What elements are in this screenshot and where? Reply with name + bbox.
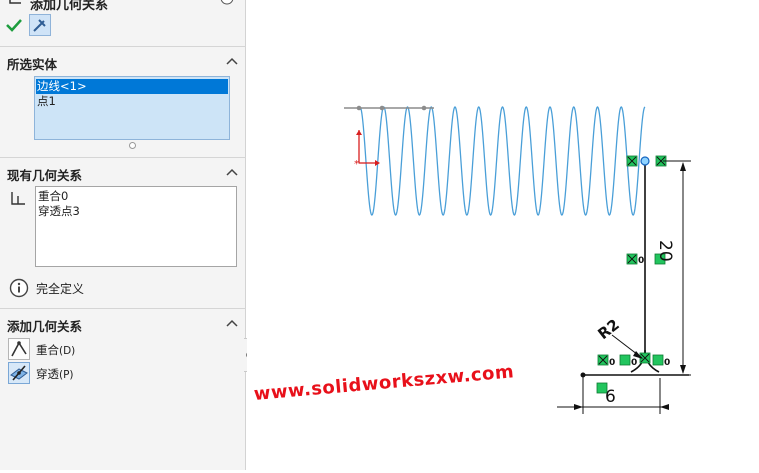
badge-count: 0 xyxy=(609,358,615,368)
badge-count: 0 xyxy=(664,358,670,368)
existing-relations-title: 现有几何关系 xyxy=(7,168,83,183)
pierce-text: 穿透 xyxy=(36,367,59,381)
status-text: 完全定义 xyxy=(36,282,85,296)
dimension-horizontal-value[interactable]: 6 xyxy=(605,387,616,407)
pierce-shortcut: (P) xyxy=(59,369,74,381)
coincident-button[interactable] xyxy=(8,338,30,360)
divider xyxy=(0,157,246,158)
svg-text:*: * xyxy=(354,159,359,170)
property-manager: 添加几何关系 所选实体 边线<1> 点1 现有几何关系 重合0 穿透点3 完全定… xyxy=(0,0,246,470)
list-resize-handle[interactable] xyxy=(129,142,136,149)
pierce-label[interactable]: 穿透(P) xyxy=(36,366,74,382)
chevron-up-icon[interactable] xyxy=(226,166,238,178)
list-item[interactable]: 点1 xyxy=(37,94,56,109)
dimension-vertical-value[interactable]: 20 xyxy=(655,240,675,262)
pushpin-icon xyxy=(33,19,46,32)
list-item-selected[interactable]: 边线<1> xyxy=(36,79,228,94)
relation-title-icon xyxy=(9,0,21,4)
pierce-button[interactable] xyxy=(8,362,30,384)
help-info-icon[interactable] xyxy=(220,0,234,6)
chevron-up-icon[interactable] xyxy=(226,317,238,329)
relation-icon xyxy=(11,192,25,205)
info-icon xyxy=(9,278,29,298)
pierce-icon xyxy=(10,365,28,381)
selected-entities-header[interactable]: 所选实体 xyxy=(0,51,246,73)
edge-endpoint[interactable] xyxy=(356,105,362,111)
add-relations-header[interactable]: 添加几何关系 xyxy=(0,313,246,335)
sketch-view[interactable]: * 0 0 0 0 20 R2 6 xyxy=(247,0,759,470)
pin-button[interactable] xyxy=(29,14,51,36)
helix-curve[interactable] xyxy=(359,106,646,216)
badge-count: 0 xyxy=(638,256,644,266)
edge-endpoint[interactable] xyxy=(379,105,385,111)
chevron-up-icon[interactable] xyxy=(226,55,238,67)
existing-relations-list[interactable]: 重合0 穿透点3 xyxy=(35,186,237,267)
selected-entities-list[interactable]: 边线<1> 点1 xyxy=(34,76,230,140)
divider xyxy=(0,46,246,47)
graphics-area[interactable]: * 0 0 0 0 20 R2 6 xyxy=(247,0,759,470)
coincident-icon xyxy=(11,341,27,357)
vertical-dimension[interactable] xyxy=(651,160,691,376)
divider xyxy=(0,308,246,309)
list-item[interactable]: 穿透点3 xyxy=(38,204,80,219)
pierce-point[interactable] xyxy=(640,156,650,166)
list-item[interactable]: 重合0 xyxy=(38,189,68,204)
dimension-radius-value[interactable]: R2 xyxy=(594,315,622,343)
selected-entities-title: 所选实体 xyxy=(7,57,58,72)
panel-title: 添加几何关系 xyxy=(30,0,109,13)
coincident-label[interactable]: 重合(D) xyxy=(36,342,75,358)
origin-triad: * xyxy=(354,130,380,170)
sketch-point[interactable] xyxy=(580,372,586,378)
badge-count: 0 xyxy=(631,358,637,368)
ok-checkmark-icon[interactable] xyxy=(6,18,22,32)
existing-relations-header[interactable]: 现有几何关系 xyxy=(0,162,246,184)
add-relations-title: 添加几何关系 xyxy=(7,319,83,334)
coincident-shortcut: (D) xyxy=(59,345,76,357)
edge-endpoint[interactable] xyxy=(421,105,427,111)
coincident-text: 重合 xyxy=(36,343,59,357)
